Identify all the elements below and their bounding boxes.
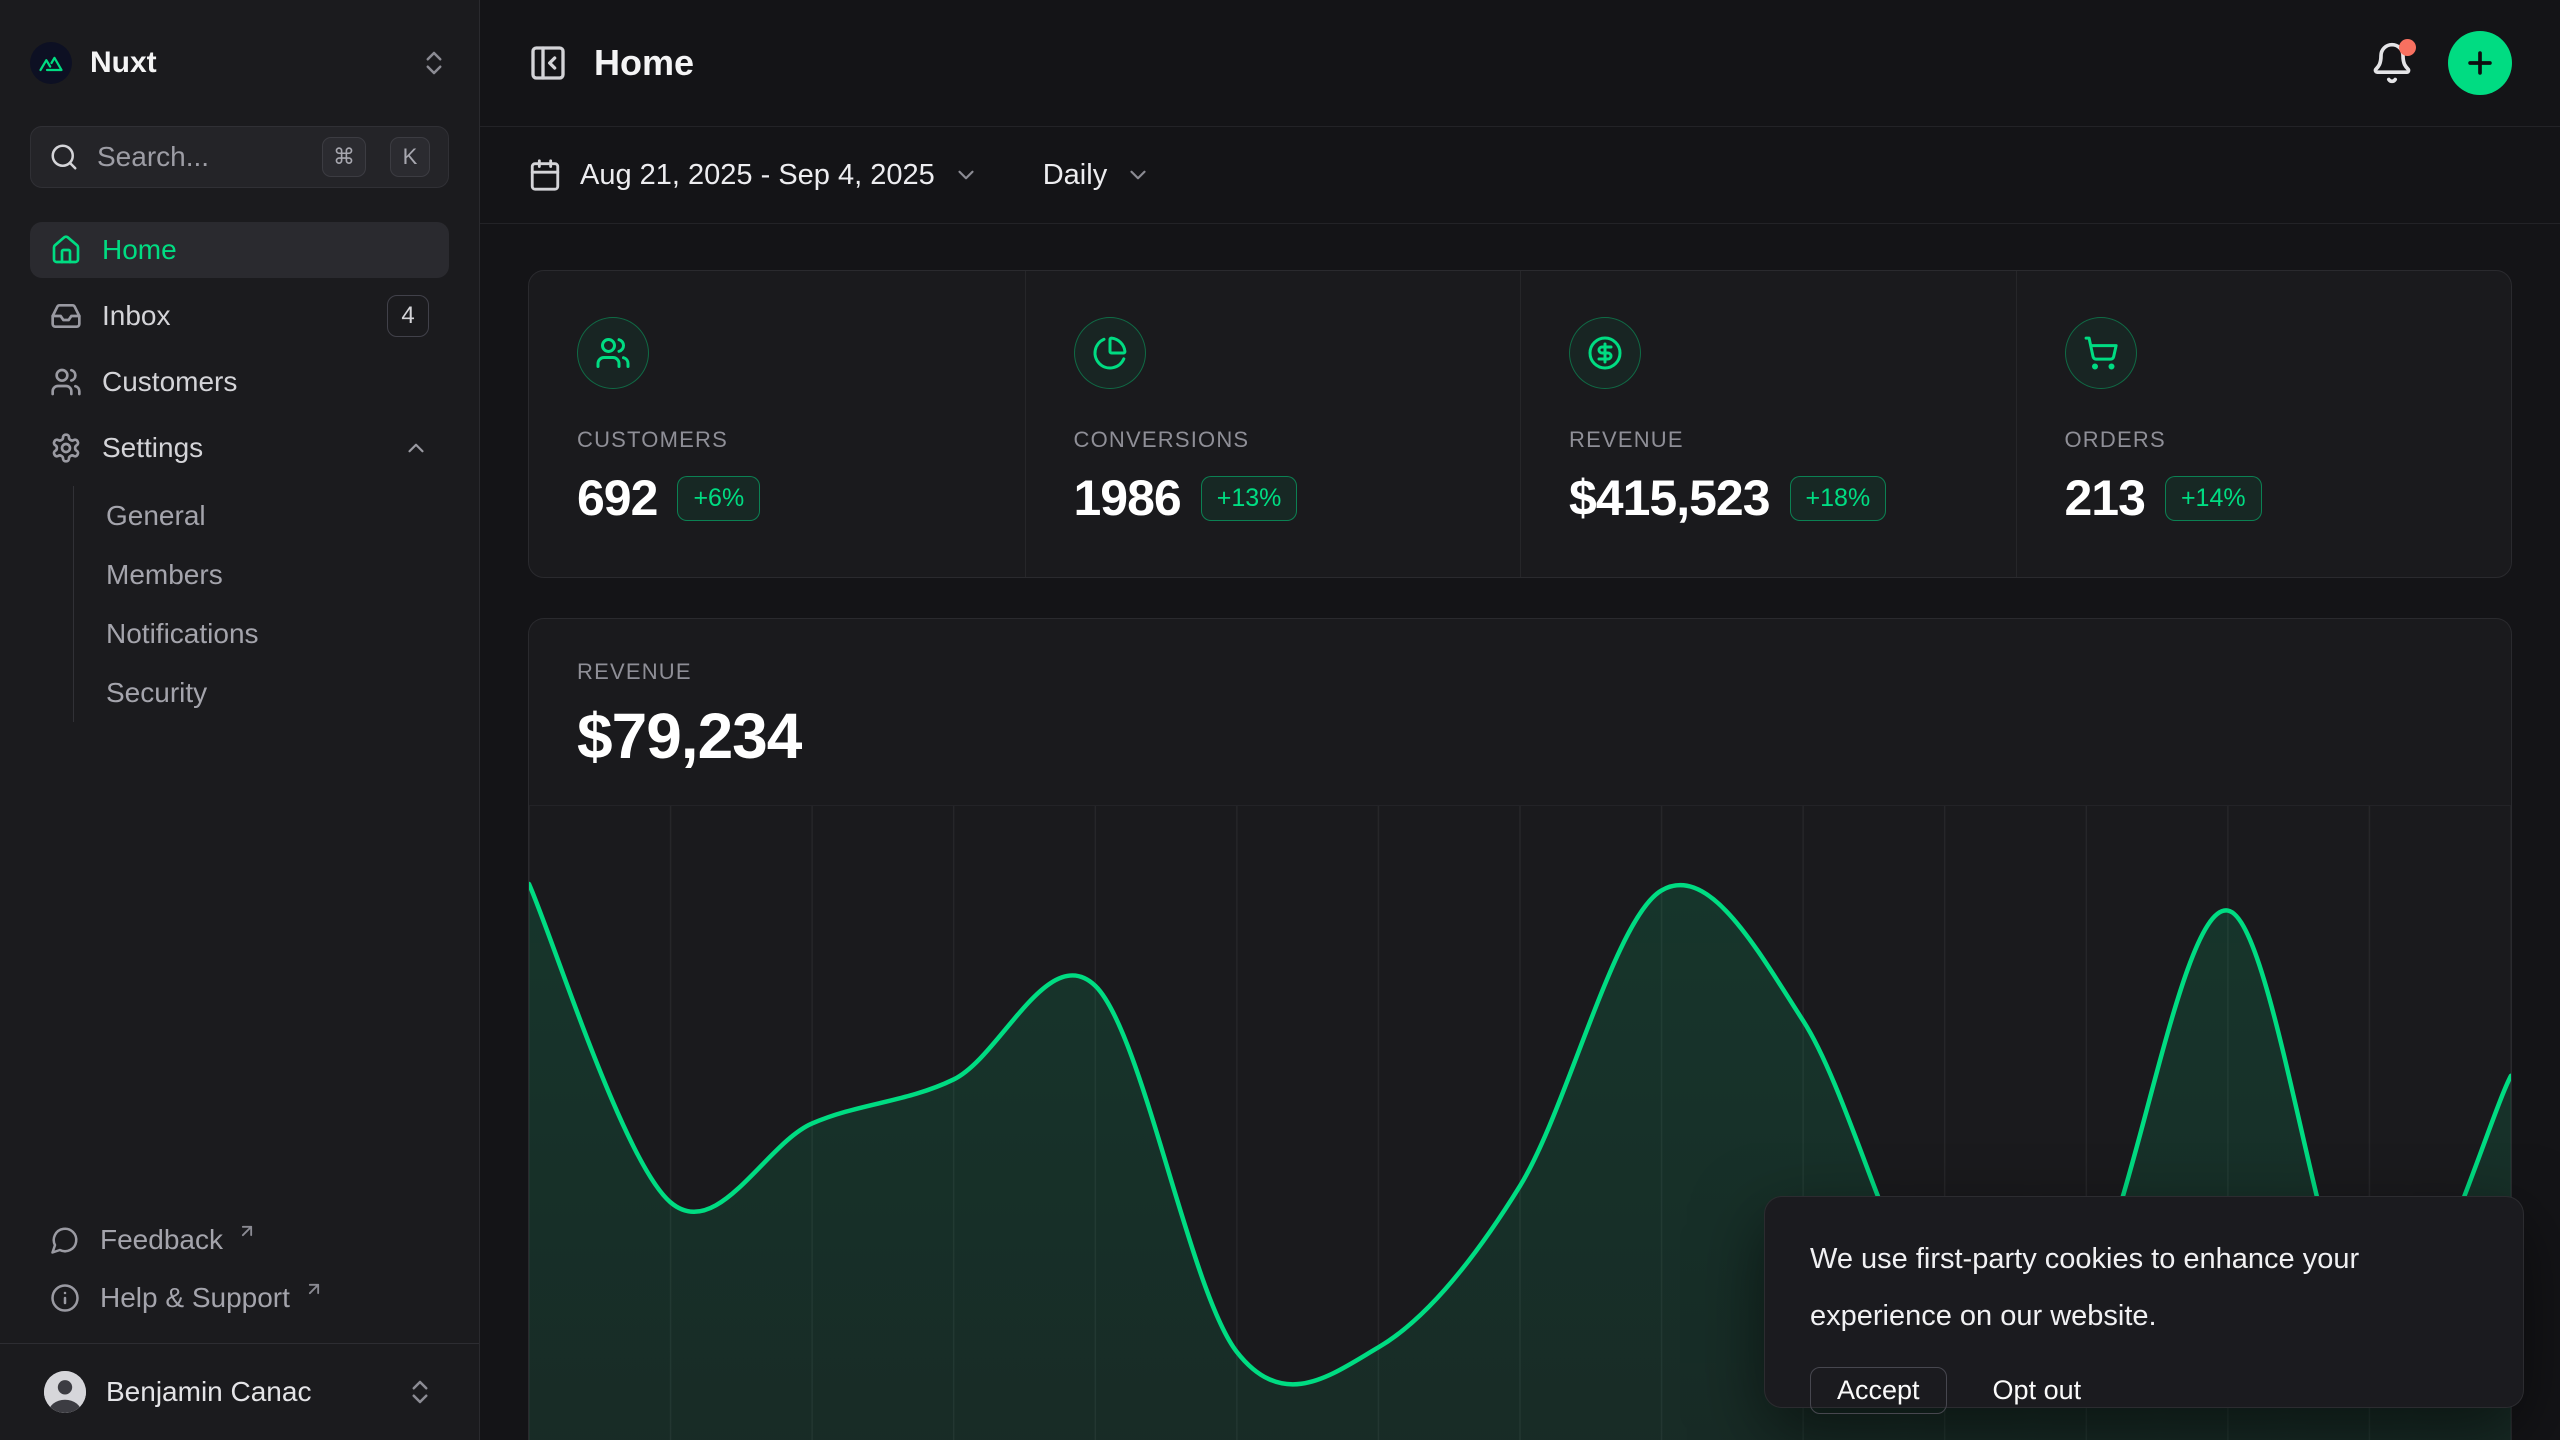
date-range-label: Aug 21, 2025 - Sep 4, 2025 <box>580 159 935 192</box>
help-support-label: Help & Support <box>100 1282 290 1314</box>
cookie-message: We use first-party cookies to enhance yo… <box>1810 1231 2450 1345</box>
navbar-actions <box>2370 31 2512 95</box>
stat-value: 1986 <box>1074 469 1181 527</box>
kbd-cmd: ⌘ <box>322 137 366 177</box>
sidebar-item-general[interactable]: General <box>74 486 449 545</box>
sidebar-item-security[interactable]: Security <box>74 663 449 722</box>
stat-change-badge: +6% <box>677 476 760 521</box>
inbox-count-badge: 4 <box>387 295 429 337</box>
stat-orders[interactable]: ORDERS 213 +14% <box>2016 271 2512 577</box>
sidebar-item-label: Settings <box>102 432 203 464</box>
notification-dot <box>2399 39 2416 56</box>
stat-label: REVENUE <box>1569 427 1968 453</box>
filters-toolbar: Aug 21, 2025 - Sep 4, 2025 Daily <box>480 127 2560 224</box>
workspace-name: Nuxt <box>90 46 157 80</box>
stat-value: $415,523 <box>1569 469 1770 527</box>
user-name: Benjamin Canac <box>106 1376 311 1408</box>
settings-children: General Members Notifications Security <box>73 486 449 722</box>
feedback-link[interactable]: Feedback <box>30 1211 449 1269</box>
app-root: Nuxt Search... ⌘ K Home <box>0 0 2560 1440</box>
sidebar-collapse-icon[interactable] <box>528 43 568 83</box>
stat-customers[interactable]: CUSTOMERS 692 +6% <box>529 271 1025 577</box>
stat-conversions[interactable]: CONVERSIONS 1986 +13% <box>1025 271 1521 577</box>
external-link-icon <box>237 1221 257 1241</box>
sidebar-item-label: Customers <box>102 366 237 398</box>
date-range-picker[interactable]: Aug 21, 2025 - Sep 4, 2025 <box>528 158 979 192</box>
inbox-icon <box>50 300 82 332</box>
add-button[interactable] <box>2448 31 2512 95</box>
message-circle-icon <box>50 1225 80 1255</box>
search-placeholder: Search... <box>97 141 304 173</box>
help-support-link[interactable]: Help & Support <box>30 1269 449 1327</box>
feedback-label: Feedback <box>100 1224 223 1256</box>
sidebar-item-label: Inbox <box>102 300 171 332</box>
stat-label: CUSTOMERS <box>577 427 977 453</box>
sidebar-item-members[interactable]: Members <box>74 545 449 604</box>
user-menu[interactable]: Benjamin Canac <box>30 1344 449 1440</box>
chevrons-up-down-icon <box>405 1377 435 1407</box>
chevron-up-icon <box>403 435 429 461</box>
sidebar-footer: Feedback Help & Support Benjamin <box>30 1211 449 1440</box>
nuxt-logo-icon <box>30 42 72 84</box>
settings-icon <box>50 432 82 464</box>
avatar <box>44 1371 86 1413</box>
sidebar-nav: Home Inbox 4 Customers Settings <box>30 222 449 722</box>
top-navbar: Home <box>480 0 2560 127</box>
circle-dollar-icon <box>1569 317 1641 389</box>
search-input[interactable]: Search... ⌘ K <box>30 126 449 188</box>
external-link-icon <box>304 1279 324 1299</box>
stats-card: CUSTOMERS 692 +6% CONVERSIONS 1986 +13% <box>528 270 2512 578</box>
kbd-k: K <box>390 137 430 177</box>
granularity-select[interactable]: Daily <box>1043 159 1151 192</box>
workspace-switcher[interactable]: Nuxt <box>30 0 449 126</box>
stat-value: 692 <box>577 469 657 527</box>
stat-revenue[interactable]: REVENUE $415,523 +18% <box>1520 271 2016 577</box>
page-title: Home <box>594 42 694 84</box>
stat-change-badge: +14% <box>2165 476 2262 521</box>
chevrons-up-down-icon <box>419 48 449 78</box>
revenue-total: $79,234 <box>577 699 2463 773</box>
revenue-panel-label: REVENUE <box>577 659 2463 685</box>
sidebar-item-label: Home <box>102 234 177 266</box>
info-icon <box>50 1283 80 1313</box>
stat-change-badge: +13% <box>1201 476 1298 521</box>
cookie-banner: We use first-party cookies to enhance yo… <box>1764 1196 2524 1408</box>
notifications-bell-icon[interactable] <box>2370 41 2414 85</box>
chevron-down-icon <box>1125 162 1151 188</box>
stat-label: ORDERS <box>2065 427 2464 453</box>
sidebar-item-settings[interactable]: Settings <box>30 420 449 476</box>
chart-pie-icon <box>1074 317 1146 389</box>
stat-value: 213 <box>2065 469 2145 527</box>
sidebar-item-notifications[interactable]: Notifications <box>74 604 449 663</box>
calendar-icon <box>528 158 562 192</box>
granularity-label: Daily <box>1043 159 1107 192</box>
house-icon <box>50 234 82 266</box>
users-icon <box>577 317 649 389</box>
sidebar: Nuxt Search... ⌘ K Home <box>0 0 480 1440</box>
sidebar-item-home[interactable]: Home <box>30 222 449 278</box>
sidebar-item-customers[interactable]: Customers <box>30 354 449 410</box>
sidebar-item-inbox[interactable]: Inbox 4 <box>30 288 449 344</box>
stat-change-badge: +18% <box>1790 476 1887 521</box>
search-icon <box>49 142 79 172</box>
chevron-down-icon <box>953 162 979 188</box>
accept-cookies-button[interactable]: Accept <box>1810 1367 1947 1414</box>
users-icon <box>50 366 82 398</box>
stat-label: CONVERSIONS <box>1074 427 1473 453</box>
shopping-cart-icon <box>2065 317 2137 389</box>
optout-cookies-button[interactable]: Opt out <box>1993 1375 2082 1406</box>
